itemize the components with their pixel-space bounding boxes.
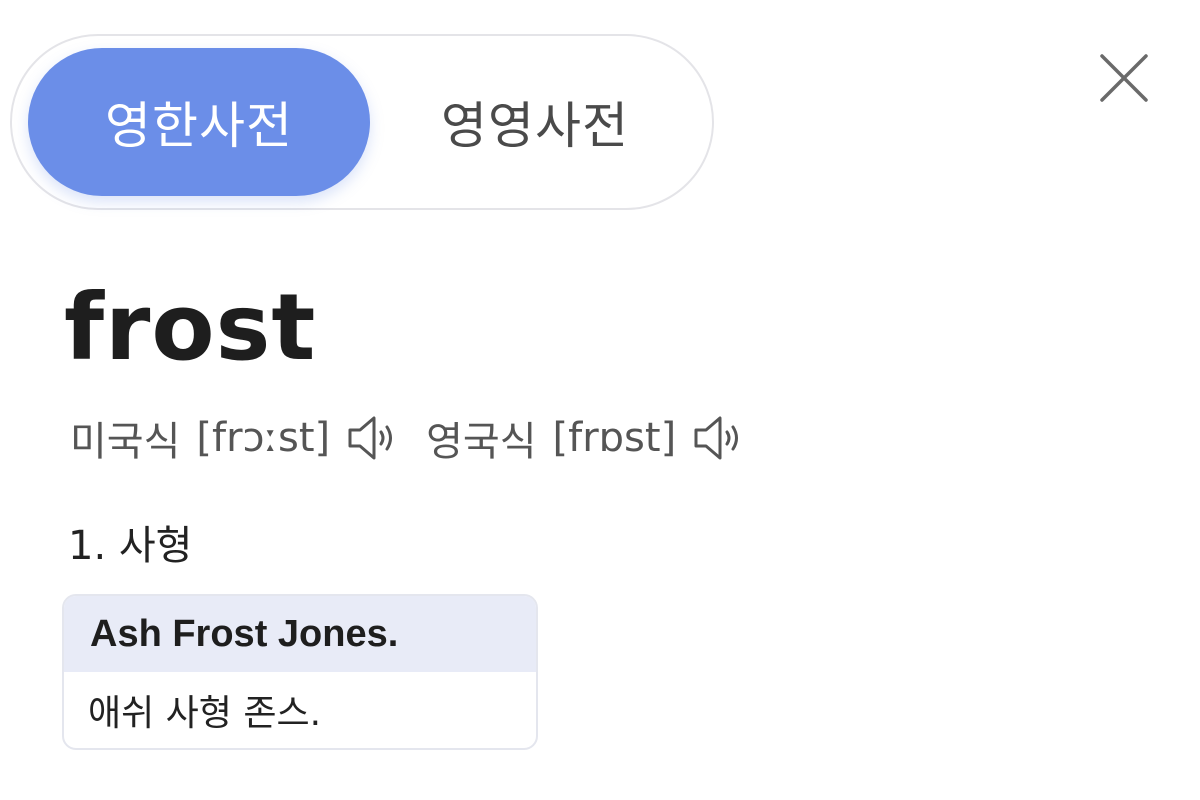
tab-english-korean[interactable]: 영한사전 <box>28 48 370 196</box>
sense-label: 1. 사형 <box>68 523 193 569</box>
pronunciation-label-uk: 영국식 <box>426 419 537 465</box>
pronunciation-label-us: 미국식 <box>70 419 181 465</box>
close-icon <box>1100 54 1148 102</box>
play-us-pronunciation-button[interactable] <box>346 412 402 464</box>
example-sentence-english: Ash Frost Jones. <box>64 596 536 672</box>
tab-english-english[interactable]: 영영사전 <box>364 48 706 196</box>
speaker-icon <box>348 416 393 460</box>
play-uk-pronunciation-button[interactable] <box>692 412 748 464</box>
pronunciation-ipa-uk: [frɒst] <box>552 415 677 461</box>
pronunciation-row: 미국식 [frɔːst] 영국식 [frɒst] <box>70 408 748 468</box>
close-button[interactable] <box>1094 48 1154 108</box>
speaker-icon <box>694 416 739 460</box>
example-card: Ash Frost Jones. 애쉬 사형 존스. <box>62 594 538 750</box>
pronunciation-ipa-us: [frɔːst] <box>196 415 331 461</box>
headword: frost <box>64 274 317 381</box>
example-sentence-korean: 애쉬 사형 존스. <box>88 693 322 734</box>
dictionary-tab-switcher: 영한사전 영영사전 <box>10 34 714 210</box>
